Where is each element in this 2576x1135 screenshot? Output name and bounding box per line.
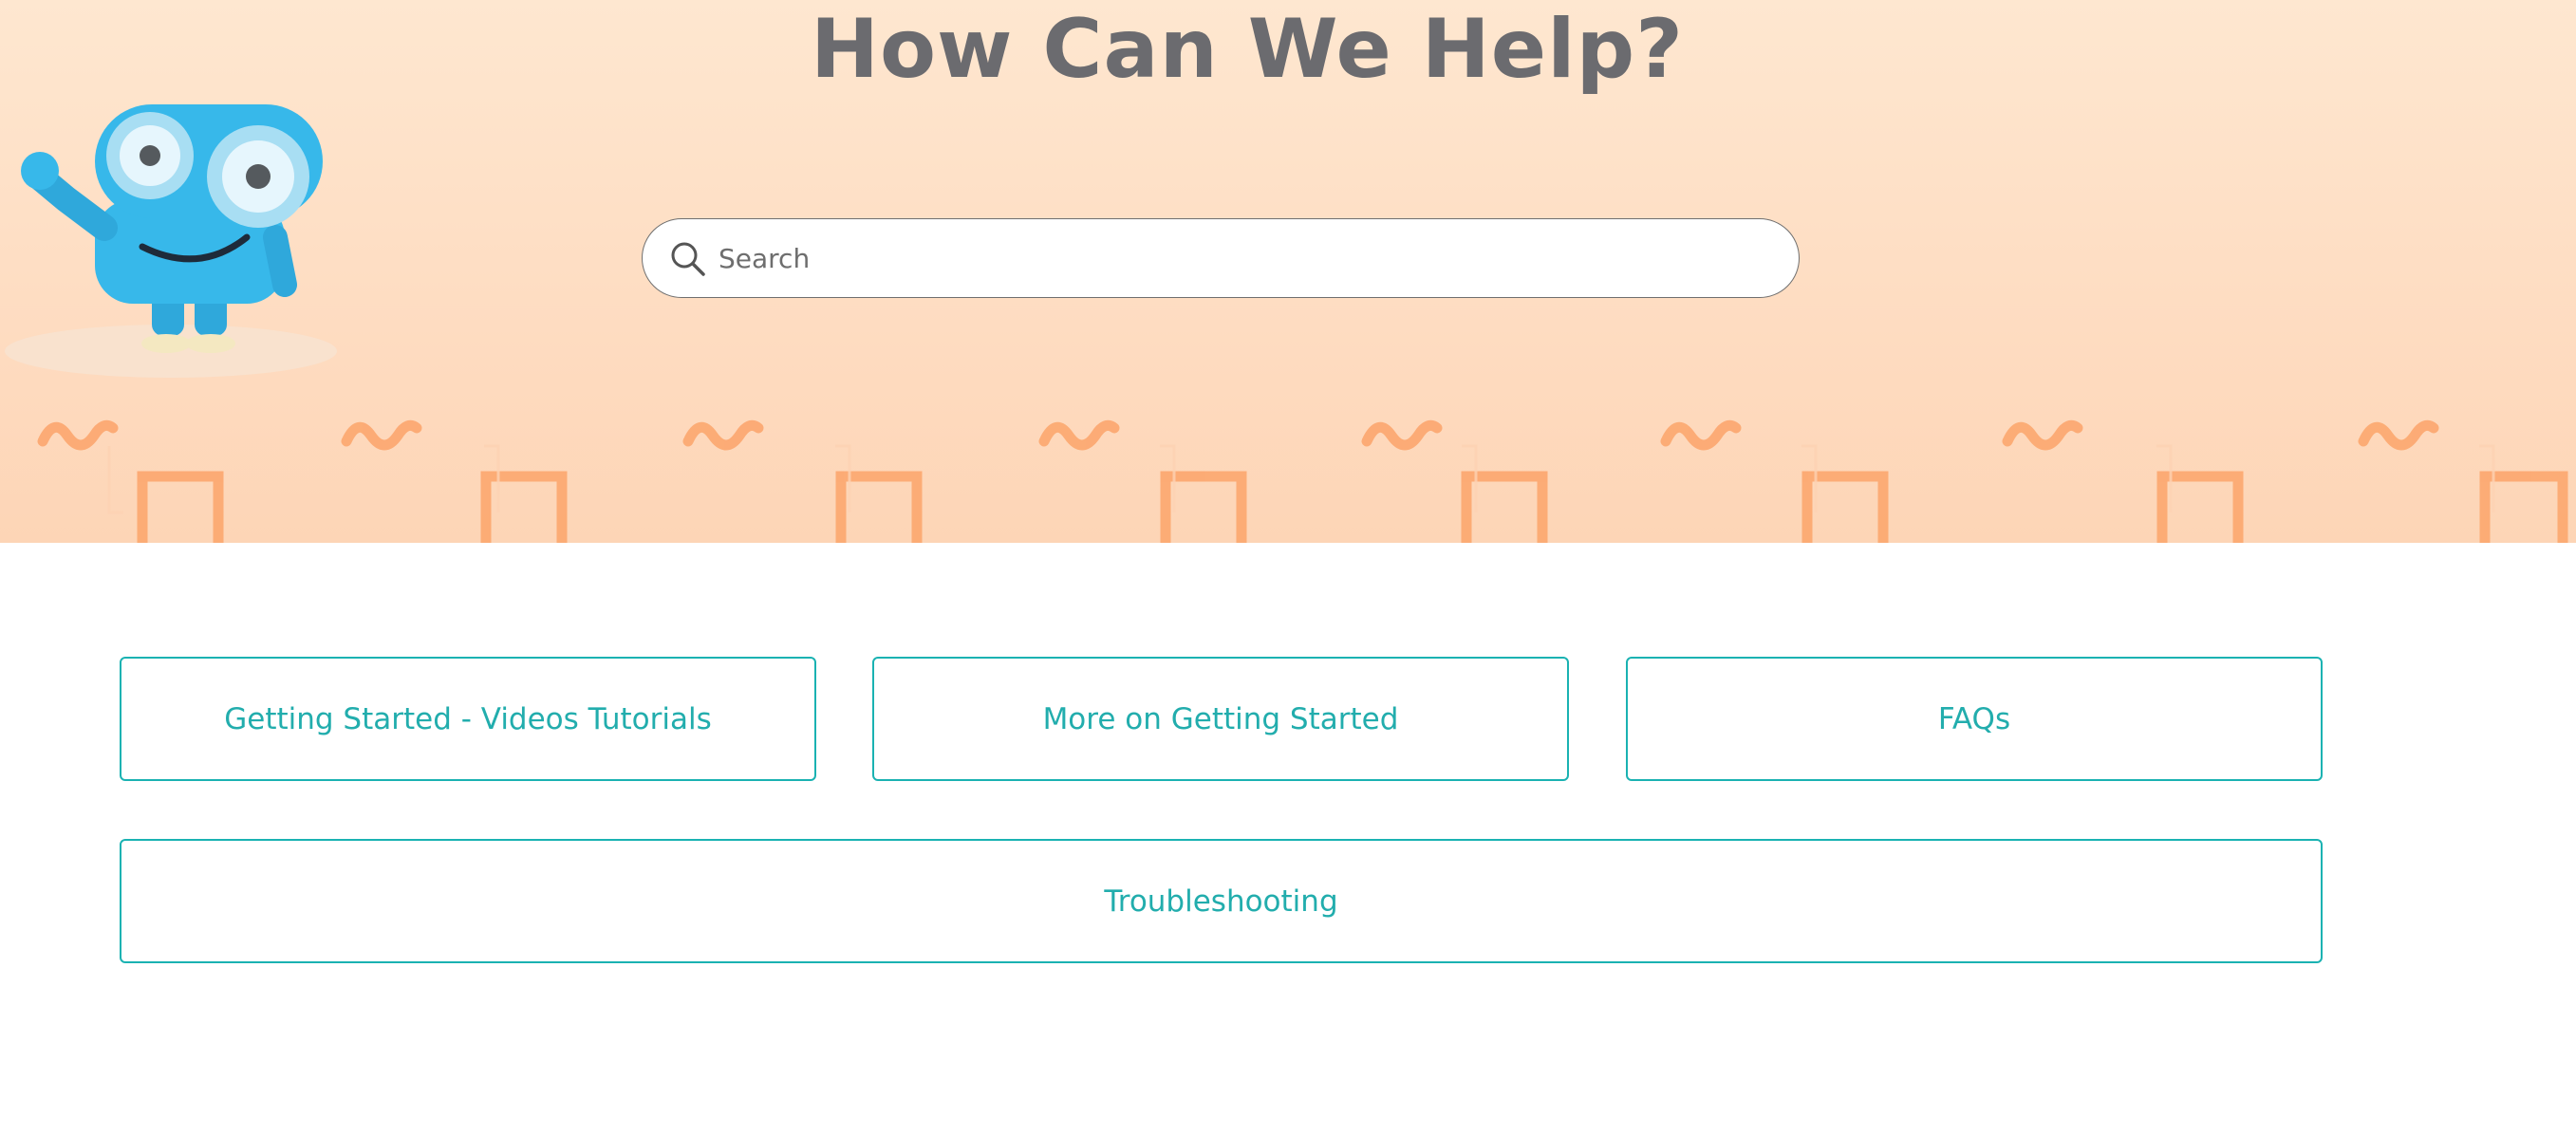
troubleshooting-button[interactable]: Troubleshooting (120, 839, 2323, 963)
search-bar[interactable] (642, 218, 1800, 298)
page-title: How Can We Help? (810, 2, 1685, 97)
robot-mascot-icon (5, 104, 337, 378)
button-label: Troubleshooting (1104, 884, 1338, 919)
button-label: FAQs (1937, 701, 2011, 736)
more-getting-started-button[interactable]: More on Getting Started (872, 657, 1569, 781)
getting-started-videos-button[interactable]: Getting Started - Videos Tutorials (120, 657, 816, 781)
search-input[interactable] (719, 233, 1772, 284)
search-icon (671, 242, 705, 276)
button-label: More on Getting Started (1042, 701, 1399, 736)
faqs-button[interactable]: FAQs (1626, 657, 2323, 781)
button-label: Getting Started - Videos Tutorials (224, 701, 712, 736)
hero-banner: How Can We Help? (0, 0, 2576, 543)
decorative-pattern (37, 419, 2568, 543)
